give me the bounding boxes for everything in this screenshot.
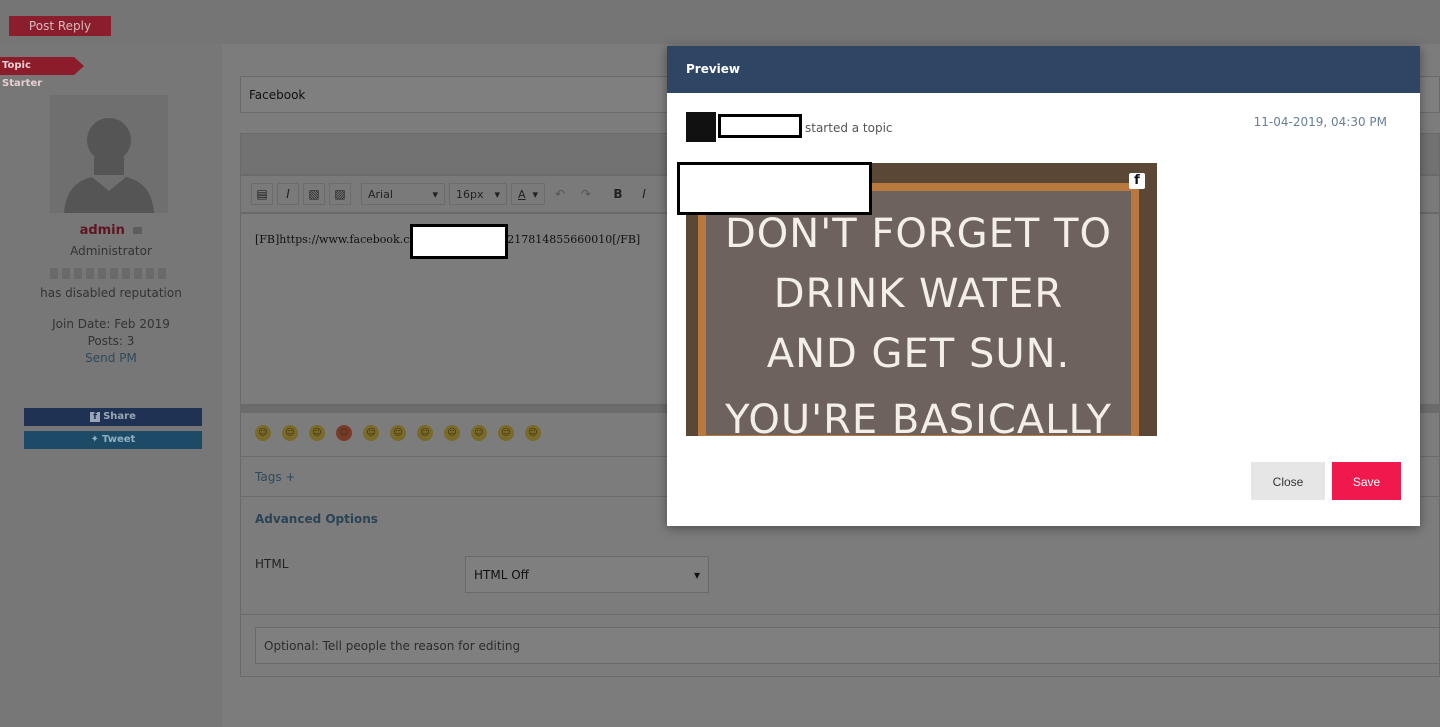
letter-board-image: DON'T FORGET TO DRINK WATER AND GET SUN.…: [698, 183, 1139, 436]
tags-toggle[interactable]: Tags +: [255, 470, 295, 484]
grin-emoji-icon[interactable]: ☺: [282, 425, 298, 441]
avatar-silhouette-icon: [64, 118, 154, 213]
modal-title: Preview: [667, 46, 1420, 93]
angry-emoji-icon[interactable]: ☺: [336, 425, 352, 441]
facebook-icon: f: [90, 412, 101, 422]
message-icon[interactable]: [133, 227, 143, 234]
surprised-emoji-icon[interactable]: ☺: [525, 425, 541, 441]
redo-icon[interactable]: ↷: [575, 183, 597, 205]
bold-icon[interactable]: B: [607, 183, 629, 205]
redaction-box: [677, 162, 872, 215]
post-date: 11-04-2019, 04:30 PM: [1253, 115, 1387, 129]
confused-emoji-icon[interactable]: ☺: [363, 425, 379, 441]
emoji-row: ☺ ☺ ☺ ☺ ☺ ☺ ☺ ☺ ☺ ☺ ☺: [255, 425, 541, 441]
tweet-button[interactable]: ✦ Tweet: [24, 431, 202, 449]
remove-format-icon[interactable]: I: [277, 183, 299, 205]
happy-emoji-icon[interactable]: ☺: [417, 425, 433, 441]
redaction-box: [410, 224, 508, 259]
italic-icon[interactable]: I: [633, 183, 655, 205]
reputation-text: has disabled reputation: [40, 286, 182, 300]
paste-text-icon[interactable]: ▨: [329, 183, 351, 205]
font-family-select[interactable]: Arial ▾: [361, 183, 445, 205]
smile-emoji-icon[interactable]: ☺: [255, 425, 271, 441]
wink-emoji-icon[interactable]: ☺: [309, 425, 325, 441]
post-count: Posts: 3: [87, 334, 135, 348]
facebook-icon[interactable]: f: [1129, 173, 1145, 189]
html-label: HTML: [255, 557, 289, 571]
user-role: Administrator: [70, 244, 152, 258]
author-avatar: [686, 112, 716, 142]
user-avatar: [50, 95, 168, 213]
reputation-bar: [50, 268, 166, 279]
started-topic-text: started a topic: [805, 121, 893, 135]
font-size-select[interactable]: 16px ▾: [449, 183, 507, 205]
cool-emoji-icon[interactable]: ☺: [498, 425, 514, 441]
edit-reason-input[interactable]: Optional: Tell people the reason for edi…: [255, 627, 1440, 664]
top-bar: [0, 0, 1440, 44]
preview-modal: Preview started a topic 11-04-2019, 04:3…: [667, 46, 1420, 526]
eek-emoji-icon[interactable]: ☺: [471, 425, 487, 441]
join-date: Join Date: Feb 2019: [52, 317, 170, 331]
divider: [240, 614, 1440, 615]
facebook-share-button[interactable]: f Share: [24, 408, 202, 426]
font-color-icon: A: [518, 187, 526, 201]
paste-icon[interactable]: ▧: [303, 183, 325, 205]
redaction-box: [718, 114, 802, 138]
tongue-emoji-icon[interactable]: ☺: [444, 425, 460, 441]
source-icon[interactable]: ▤: [251, 183, 273, 205]
advanced-options-toggle[interactable]: Advanced Options: [255, 512, 378, 526]
username[interactable]: admin: [0, 223, 222, 238]
chevron-down-icon: ▾: [693, 567, 700, 582]
html-select[interactable]: HTML Off ▾: [465, 556, 709, 593]
topic-starter-ribbon: Topic Starter: [0, 57, 84, 89]
save-button[interactable]: Save: [1332, 462, 1401, 500]
chevron-down-icon: ▾: [494, 187, 500, 201]
neutral-emoji-icon[interactable]: ☺: [390, 425, 406, 441]
font-color-select[interactable]: A ▾: [511, 183, 545, 205]
chevron-down-icon: ▾: [532, 187, 538, 201]
close-button[interactable]: Close: [1251, 462, 1325, 500]
chevron-down-icon: ▾: [432, 187, 438, 201]
post-reply-button[interactable]: Post Reply: [9, 16, 111, 36]
undo-icon[interactable]: ↶: [549, 183, 571, 205]
send-pm-link[interactable]: Send PM: [0, 351, 222, 365]
twitter-icon: ✦: [90, 434, 100, 445]
